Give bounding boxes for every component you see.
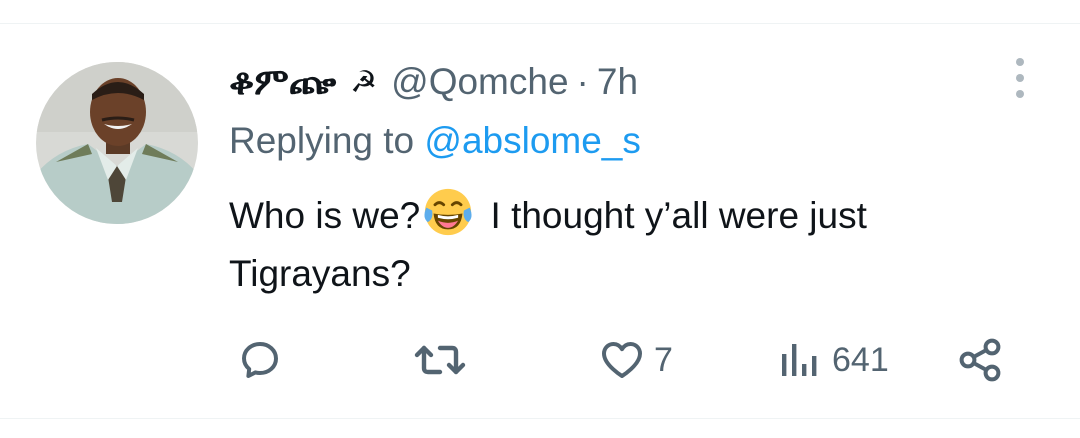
bottom-divider xyxy=(0,418,1080,419)
timestamp[interactable]: 7h xyxy=(597,61,638,103)
display-name[interactable]: ቆምጬ xyxy=(229,60,336,104)
more-dot xyxy=(1016,90,1024,98)
replying-prefix: Replying to xyxy=(229,120,425,161)
avatar-image xyxy=(36,62,198,224)
share-button[interactable] xyxy=(956,333,1004,387)
retweet-icon xyxy=(414,345,466,375)
like-count: 7 xyxy=(654,340,673,379)
more-dot xyxy=(1016,74,1024,82)
heart-icon xyxy=(602,342,642,378)
reply-button[interactable] xyxy=(236,333,292,387)
analytics-icon xyxy=(782,344,817,376)
action-bar: 7 641 xyxy=(0,333,1080,387)
replying-to-handle[interactable]: @abslome_s xyxy=(424,120,641,161)
avatar[interactable] xyxy=(36,62,198,224)
like-button[interactable]: 7 xyxy=(598,333,673,387)
tweet-text: Who is we? I thought y’all were just Tig… xyxy=(229,186,1019,303)
more-dot xyxy=(1016,58,1024,66)
user-handle[interactable]: @Qomche xyxy=(391,61,568,103)
face-with-tears-of-joy-icon xyxy=(424,188,472,236)
top-divider xyxy=(0,23,1080,24)
views-count: 641 xyxy=(832,340,889,379)
views-button[interactable]: 641 xyxy=(776,333,889,387)
share-icon xyxy=(959,338,1001,382)
hammer-sickle-icon: ☭ xyxy=(350,64,378,100)
replying-to: Replying to @abslome_s xyxy=(229,120,641,162)
separator-dot: · xyxy=(576,61,589,102)
tweet-text-part1: Who is we? xyxy=(229,195,421,236)
retweet-button[interactable] xyxy=(414,333,474,387)
more-options-icon[interactable] xyxy=(1010,58,1030,98)
reply-icon xyxy=(242,342,278,378)
tweet-header: ቆምጬ ☭ @Qomche · 7h xyxy=(229,58,638,106)
